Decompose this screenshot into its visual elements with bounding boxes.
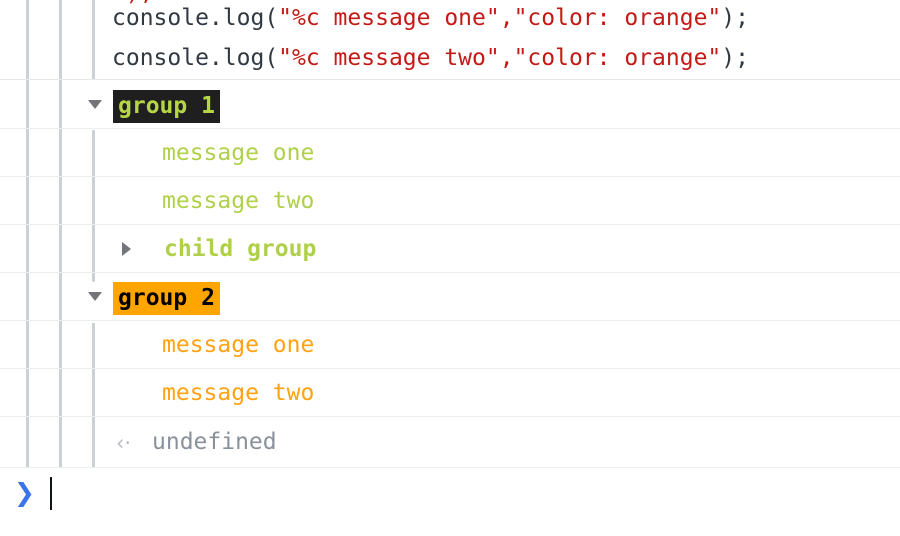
triangle-right-icon[interactable] (122, 242, 131, 256)
triangle-down-icon[interactable] (88, 292, 102, 301)
triangle-down-icon[interactable] (88, 100, 102, 109)
return-value-text: undefined (152, 429, 277, 455)
return-arrow-icon: ‹· (116, 431, 132, 455)
child-group-label[interactable]: child group (164, 235, 316, 263)
log-row-child-group[interactable]: child group (0, 225, 900, 273)
message-text: message two (162, 188, 315, 214)
echoed-command-block: "); console.log("%c message one","color:… (0, 0, 900, 80)
message-text: message one (162, 332, 315, 358)
log-row-group-2[interactable]: group 2 (0, 273, 900, 321)
group-1-label[interactable]: group 1 (113, 90, 220, 123)
prompt-chevron-icon: ❯ (14, 478, 35, 507)
code-prefix: console.log( (112, 5, 279, 31)
code-suffix: ); (721, 45, 749, 71)
echoed-code-line-2: console.log("%c message two","color: ora… (112, 43, 749, 73)
message-text: message one (162, 140, 315, 166)
code-prefix: console.log( (112, 45, 279, 71)
log-row-return-value: ‹· undefined (0, 417, 900, 468)
code-string-literal: "%c message one","color: orange" (278, 5, 722, 31)
console-panel: "); console.log("%c message one","color:… (0, 0, 900, 536)
echoed-code-line-1: console.log("%c message one","color: ora… (112, 3, 749, 33)
log-row-message-one-green: message one (0, 129, 900, 177)
log-row-message-two-green: message two (0, 177, 900, 225)
log-row-message-two-orange: message two (0, 369, 900, 417)
code-suffix: ); (721, 5, 749, 31)
message-text: message two (162, 380, 315, 406)
console-prompt-row[interactable]: ❯ (0, 469, 900, 536)
log-row-message-one-orange: message one (0, 321, 900, 369)
log-row-group-1[interactable]: group 1 (0, 81, 900, 129)
code-string-literal: "%c message two","color: orange" (278, 45, 722, 71)
text-cursor (50, 477, 52, 510)
group-2-label[interactable]: group 2 (113, 282, 220, 315)
